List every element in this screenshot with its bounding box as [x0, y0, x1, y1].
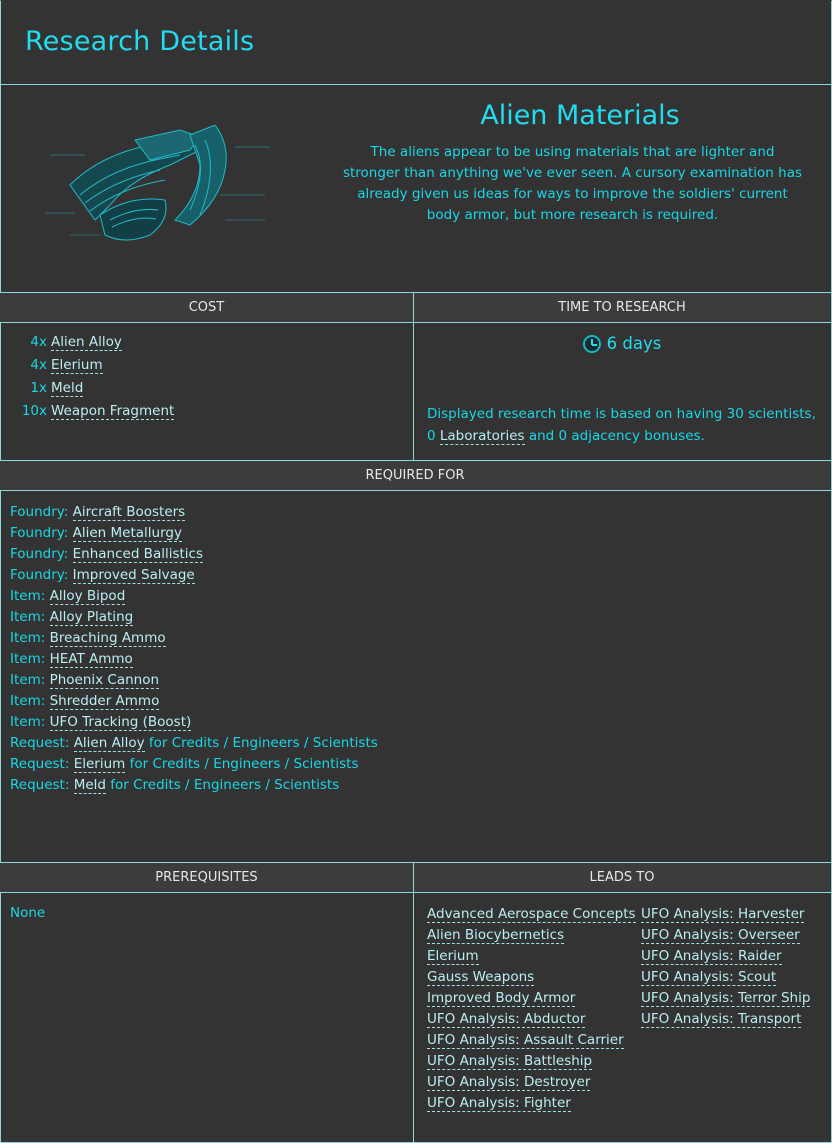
list-item: Request: Elerium for Credits / Engineers… [10, 756, 359, 773]
leads-to-link[interactable]: UFO Analysis: Fighter [427, 1095, 571, 1112]
required-for-header: REQUIRED FOR [0, 461, 830, 490]
required-for-link[interactable]: HEAT Ammo [49, 651, 133, 668]
required-for-link[interactable]: Alien Metallurgy [72, 525, 182, 542]
research-title: Alien Materials [480, 100, 680, 131]
list-item: Item: Shredder Ammo [10, 693, 160, 710]
list-item: Request: Alien Alloy for Credits / Engin… [10, 735, 378, 752]
list-item: Alien Biocybernetics [427, 925, 636, 946]
research-description: The aliens appear to be using materials … [342, 144, 803, 223]
list-item: UFO Analysis: Abductor [427, 1009, 636, 1030]
leads-to-link[interactable]: UFO Analysis: Harvester [641, 906, 805, 923]
leads-to-link[interactable]: Advanced Aerospace Concepts [427, 906, 636, 923]
leads-to-link[interactable]: UFO Analysis: Assault Carrier [427, 1032, 624, 1049]
laboratories-link[interactable]: Laboratories [439, 428, 525, 445]
divider [0, 490, 832, 491]
list-item: UFO Analysis: Assault Carrier [427, 1030, 636, 1051]
divider [413, 292, 414, 460]
cost-list: 4x Alien Alloy 4x Elerium 1x Meld 10x Weapon… [10, 334, 175, 426]
required-for-link[interactable]: Meld [73, 777, 106, 794]
required-for-link[interactable]: UFO Tracking (Boost) [49, 714, 192, 731]
leads-to-list: Advanced Aerospace Concepts Alien Biocyb… [427, 904, 636, 1114]
list-item: UFO Analysis: Fighter [427, 1093, 636, 1114]
required-for-link[interactable]: Phoenix Cannon [49, 672, 160, 689]
leads-to-header: LEADS TO [414, 863, 830, 892]
list-item: Request: Meld for Credits / Engineers / … [10, 777, 340, 794]
leads-to-link[interactable]: UFO Analysis: Raider [641, 948, 782, 965]
cost-item-link[interactable]: Alien Alloy [51, 334, 122, 351]
list-item: Item: HEAT Ammo [10, 651, 133, 668]
required-for-link[interactable]: Aircraft Boosters [72, 504, 186, 521]
divider [0, 892, 832, 893]
research-time-value: 6 days [606, 334, 662, 353]
leads-to-list: UFO Analysis: Harvester UFO Analysis: Ov… [641, 904, 811, 1030]
cost-item: 10x Weapon Fragment [21, 403, 175, 420]
leads-to-link[interactable]: UFO Analysis: Scout [641, 969, 777, 986]
list-item: UFO Analysis: Scout [641, 967, 810, 988]
research-time-note: Displayed research time is based on havi… [427, 406, 816, 445]
list-item: Item: Alloy Bipod [10, 588, 126, 605]
list-item: Gauss Weapons [427, 967, 636, 988]
leads-to-link[interactable]: UFO Analysis: Overseer [641, 927, 800, 944]
list-item: Item: Phoenix Cannon [10, 672, 160, 689]
cost-item-link[interactable]: Weapon Fragment [51, 403, 175, 420]
list-item: Foundry: Aircraft Boosters [10, 504, 186, 521]
divider [0, 84, 832, 85]
list-item: Foundry: Alien Metallurgy [10, 525, 182, 542]
required-for-link[interactable]: Alloy Plating [49, 609, 134, 626]
list-item: Item: Alloy Plating [10, 609, 134, 626]
list-item: Item: UFO Tracking (Boost) [10, 714, 192, 731]
cost-header: COST [0, 293, 413, 322]
list-item: UFO Analysis: Terror Ship [641, 988, 811, 1009]
list-item: UFO Analysis: Overseer [641, 925, 810, 946]
leads-to-link[interactable]: Elerium [427, 948, 479, 965]
prerequisites-header: PREREQUISITES [0, 863, 413, 892]
required-for-link[interactable]: Shredder Ammo [49, 693, 160, 710]
list-item: Improved Body Armor [427, 988, 636, 1009]
leads-to-link[interactable]: UFO Analysis: Terror Ship [641, 990, 811, 1007]
list-item: UFO Analysis: Destroyer [427, 1072, 636, 1093]
cost-item: 4x Elerium [30, 357, 103, 374]
clock-icon [582, 335, 601, 353]
list-item: UFO Analysis: Raider [641, 946, 810, 967]
cost-item: 4x Alien Alloy [30, 334, 122, 351]
list-item: Advanced Aerospace Concepts [427, 904, 636, 925]
leads-to-link[interactable]: UFO Analysis: Abductor [427, 1011, 586, 1028]
leads-to-link[interactable]: UFO Analysis: Destroyer [427, 1074, 591, 1091]
required-for-link[interactable]: Enhanced Ballistics [72, 546, 204, 563]
leads-to-link[interactable]: Improved Body Armor [427, 990, 576, 1007]
divider [413, 862, 414, 1143]
leads-to-link[interactable]: UFO Analysis: Transport [641, 1011, 802, 1028]
list-item: UFO Analysis: Transport [641, 1009, 810, 1030]
cost-item-link[interactable]: Meld [51, 380, 84, 397]
alien-armor-schematic-icon [45, 125, 270, 241]
required-for-list: Foundry: Aircraft Boosters Foundry: Alie… [10, 502, 378, 796]
required-for-link[interactable]: Alien Alloy [73, 735, 145, 752]
list-item: Elerium [427, 946, 636, 967]
leads-to-link[interactable]: Alien Biocybernetics [427, 927, 565, 944]
leads-to-link[interactable]: Gauss Weapons [427, 969, 535, 986]
required-for-link[interactable]: Alloy Bipod [49, 588, 126, 605]
divider [0, 322, 832, 323]
list-item: Foundry: Improved Salvage [10, 567, 195, 584]
prerequisites-value: None [10, 905, 46, 921]
required-for-link[interactable]: Elerium [73, 756, 126, 773]
time-header: TIME TO RESEARCH [414, 293, 830, 322]
list-item: Item: Breaching Ammo [10, 630, 166, 647]
list-item: Foundry: Enhanced Ballistics [10, 546, 204, 563]
cost-item-link[interactable]: Elerium [51, 357, 103, 374]
page-title: Research Details [25, 26, 255, 57]
required-for-link[interactable]: Improved Salvage [72, 567, 195, 584]
leads-to-link[interactable]: UFO Analysis: Battleship [427, 1053, 593, 1070]
required-for-link[interactable]: Breaching Ammo [49, 630, 166, 647]
list-item: UFO Analysis: Battleship [427, 1051, 636, 1072]
cost-item: 1x Meld [30, 380, 84, 397]
list-item: UFO Analysis: Harvester [641, 904, 810, 925]
research-time: 6 days [414, 334, 830, 353]
